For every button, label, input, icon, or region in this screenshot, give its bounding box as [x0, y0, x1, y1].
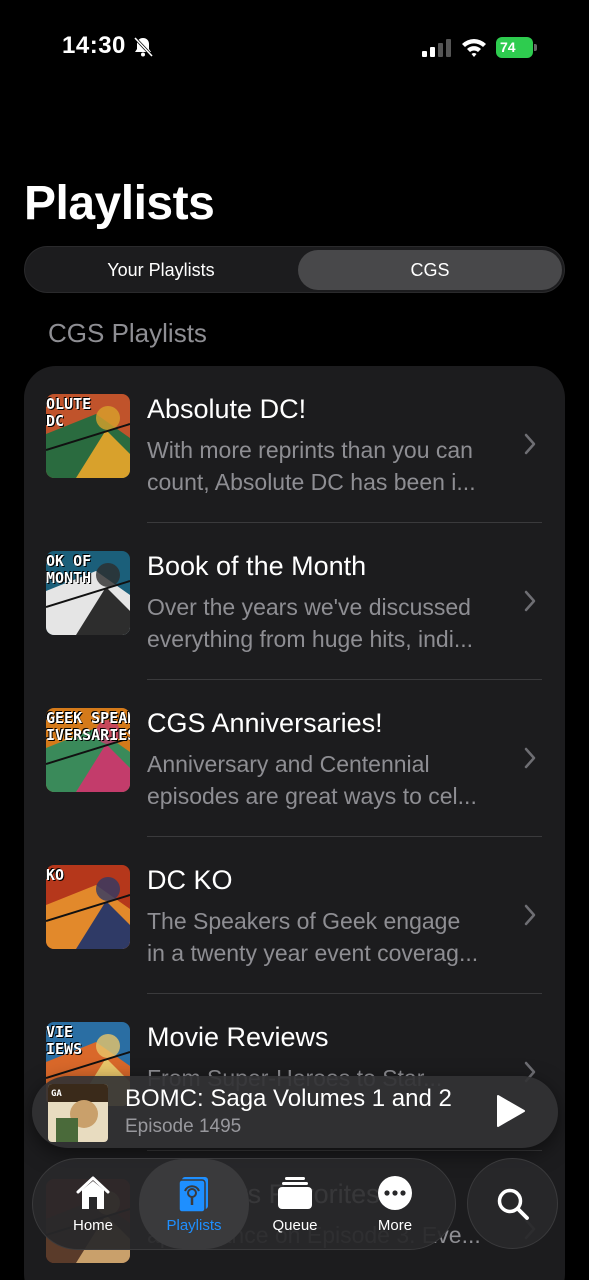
playlist-artwork: OLUTE DC [46, 394, 130, 478]
wifi-icon [462, 39, 486, 57]
playlist-description-line: Over the years we've discussed [147, 594, 471, 620]
playlist-artwork: OK OF MONTH [46, 551, 130, 635]
tab-label: More [377, 1217, 413, 1234]
playlist-row[interactable]: OLUTE DC Absolute DC! With more reprints t… [24, 366, 565, 523]
playlist-title: Absolute DC! [147, 394, 307, 424]
playlist-description-line: count, Absolute DC has been i... [147, 469, 476, 495]
playlist-artwork: GEEK SPEAK IVERSARIES [46, 708, 130, 792]
playlist-description-line: in a twenty year event coverag... [147, 940, 479, 966]
tab-more[interactable]: More [345, 1159, 445, 1249]
playlist-source-segmented-control: Your Playlists CGS [24, 246, 565, 293]
playlist-row[interactable]: KO DC KO The Speakers of Geek engage in a t… [24, 837, 565, 994]
playlist-description-line: The Speakers of Geek engage [147, 908, 461, 934]
playlist-title: CGS Anniversaries! [147, 708, 383, 738]
status-bar: 14:30 74 [0, 0, 589, 96]
now-playing-episode: Episode 1495 [125, 1116, 242, 1137]
status-time: 14:30 [62, 32, 126, 59]
search-button[interactable] [467, 1158, 558, 1249]
section-header: CGS Playlists [48, 318, 207, 348]
chevron-right-icon [524, 433, 536, 455]
cellular-signal-icon [422, 39, 451, 57]
playlist-description: With more reprints than you can count, Ab… [147, 434, 519, 498]
play-icon[interactable] [494, 1094, 526, 1128]
tab-label: Queue [272, 1217, 318, 1234]
playlist-artwork-text: GEEK SPEAK IVERSARIES [46, 709, 130, 744]
playlist-artwork: KO [46, 865, 130, 949]
playlist-description: The Speakers of Geek engage in a twenty y… [147, 905, 519, 969]
tab-home[interactable]: Home [43, 1159, 143, 1249]
playlist-title: Book of the Month [147, 551, 367, 581]
playlist-icon [178, 1177, 208, 1213]
playlist-artwork-text: VIE IEWS [46, 1023, 83, 1058]
tab-label: Playlists [166, 1217, 222, 1234]
queue-icon [278, 1177, 312, 1209]
now-playing-bar[interactable]: GA BOMC: Saga Volumes 1 and 2 Episode 14… [32, 1076, 558, 1148]
playlist-description: Anniversary and Centennial episodes are g… [147, 748, 519, 812]
playlist-title: DC KO [147, 865, 233, 895]
playlist-row[interactable]: OK OF MONTH Book of the Month Over the yea… [24, 523, 565, 680]
house-icon [76, 1176, 110, 1209]
tab-bar: Home Playlists Queue More [32, 1158, 456, 1250]
chevron-right-icon [524, 747, 536, 769]
battery-indicator: 74 [496, 37, 538, 58]
battery-level: 74 [496, 37, 533, 58]
playlist-description-line: everything from huge hits, indi... [147, 626, 473, 652]
chevron-right-icon [524, 590, 536, 612]
segment-cgs[interactable]: CGS [298, 250, 562, 290]
segment-your-playlists[interactable]: Your Playlists [29, 250, 293, 290]
now-playing-title: BOMC: Saga Volumes 1 and 2 [125, 1085, 452, 1112]
playlist-title: Movie Reviews [147, 1022, 329, 1052]
svg-text:GA: GA [51, 1089, 62, 1099]
chevron-right-icon [524, 904, 536, 926]
playlist-description: Over the years we've discussed everything… [147, 591, 519, 655]
battery-cap [534, 44, 537, 51]
tab-queue[interactable]: Queue [245, 1159, 345, 1249]
playlist-artwork-text: KO [46, 866, 65, 884]
playlist-description-line: episodes are great ways to cel... [147, 783, 477, 809]
page-title: Playlists [24, 177, 215, 230]
ellipsis-icon [378, 1176, 412, 1210]
playlist-description-line: Anniversary and Centennial [147, 751, 430, 777]
tab-playlists[interactable]: Playlists [139, 1159, 249, 1249]
playlist-artwork-text: OLUTE DC [46, 395, 92, 430]
bell-slash-icon [133, 36, 154, 58]
playlist-row[interactable]: GEEK SPEAK IVERSARIES CGS Anniversaries! A… [24, 680, 565, 837]
now-playing-artwork: GA [48, 1084, 108, 1142]
playlist-artwork-text: OK OF MONTH [46, 552, 92, 587]
tab-label: Home [72, 1217, 113, 1234]
search-icon [497, 1188, 529, 1220]
playlist-description-line: With more reprints than you can [147, 437, 473, 463]
